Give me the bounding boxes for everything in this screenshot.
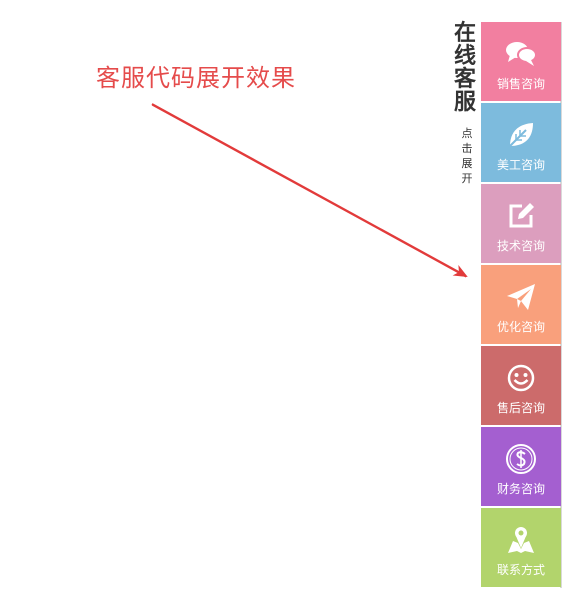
contact-info-button[interactable]: 联系方式 bbox=[481, 508, 561, 587]
item-label: 销售咨询 bbox=[496, 77, 545, 91]
chat-bubbles-icon bbox=[505, 38, 537, 70]
finance-consult-button[interactable]: 财务咨询 bbox=[481, 427, 561, 506]
expand-char: 点 bbox=[461, 127, 473, 140]
service-panel: 销售咨询 美工咨询 技术咨询 优化咨询 售后咨询 财务咨询 联系方式 bbox=[481, 22, 561, 589]
dollar-icon bbox=[505, 443, 537, 475]
expand-char: 开 bbox=[461, 172, 473, 185]
title-char: 服 bbox=[453, 90, 476, 115]
item-label: 售后咨询 bbox=[496, 401, 545, 415]
map-pin-icon bbox=[505, 524, 537, 556]
online-service-title[interactable]: 在 线 客 服 bbox=[452, 22, 478, 114]
sales-consult-button[interactable]: 销售咨询 bbox=[481, 22, 561, 101]
smiley-icon bbox=[505, 362, 537, 394]
paper-plane-icon bbox=[505, 281, 537, 313]
title-char: 在 bbox=[453, 21, 476, 46]
item-label: 联系方式 bbox=[496, 563, 545, 577]
leaf-icon bbox=[505, 119, 537, 151]
item-label: 优化咨询 bbox=[496, 320, 545, 334]
design-consult-button[interactable]: 美工咨询 bbox=[481, 103, 561, 182]
tech-consult-button[interactable]: 技术咨询 bbox=[481, 184, 561, 263]
expand-char: 展 bbox=[461, 157, 473, 170]
title-char: 客 bbox=[453, 67, 476, 92]
title-char: 线 bbox=[453, 44, 476, 69]
expand-char: 击 bbox=[461, 142, 473, 155]
expand-toggle[interactable]: 点 击 展 开 bbox=[460, 126, 474, 186]
annotation-arrow bbox=[151, 103, 468, 278]
edit-icon bbox=[505, 200, 537, 232]
seo-consult-button[interactable]: 优化咨询 bbox=[481, 265, 561, 344]
aftersale-consult-button[interactable]: 售后咨询 bbox=[481, 346, 561, 425]
item-label: 技术咨询 bbox=[496, 239, 545, 253]
item-label: 财务咨询 bbox=[496, 482, 545, 496]
item-label: 美工咨询 bbox=[496, 158, 545, 172]
